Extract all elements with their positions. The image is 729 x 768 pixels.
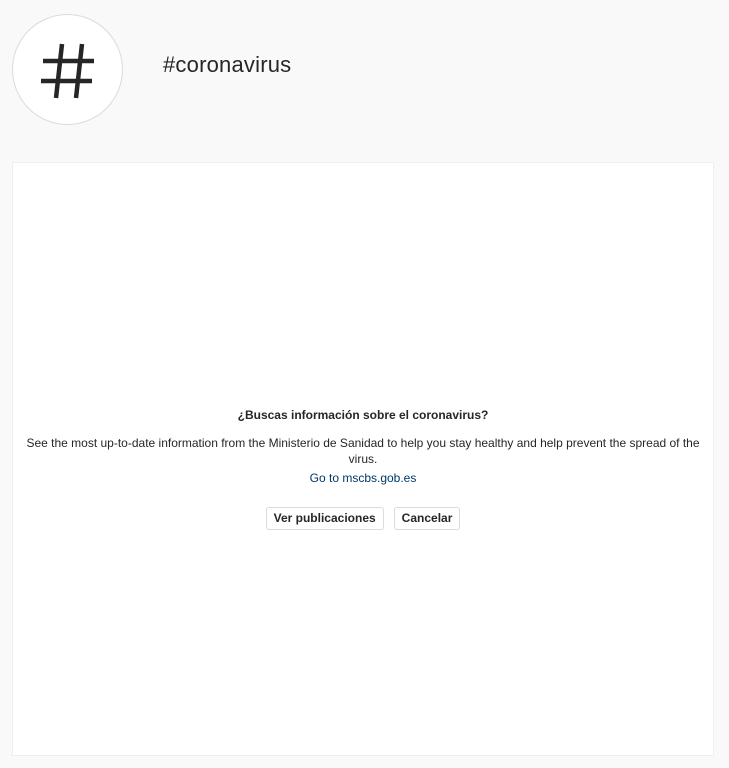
posts-panel: ¿Buscas información sobre el coronavirus… [12, 162, 714, 756]
cancel-button[interactable]: Cancelar [393, 507, 461, 530]
hashtag-header: #coronavirus [0, 0, 729, 150]
notice-body: See the most up-to-date information from… [26, 436, 700, 466]
page-title: #coronavirus [163, 52, 292, 77]
hashtag-icon [40, 43, 94, 98]
notice-title: ¿Buscas información sobre el coronavirus… [237, 408, 489, 422]
hashtag-avatar [12, 14, 123, 125]
mscbs-link[interactable]: Go to mscbs.gob.es [310, 470, 417, 486]
view-posts-button[interactable]: Ver publicaciones [265, 507, 384, 530]
notice-actions: Ver publicaciones Cancelar [13, 507, 713, 530]
covid-info-notice: ¿Buscas información sobre el coronavirus… [13, 407, 713, 530]
